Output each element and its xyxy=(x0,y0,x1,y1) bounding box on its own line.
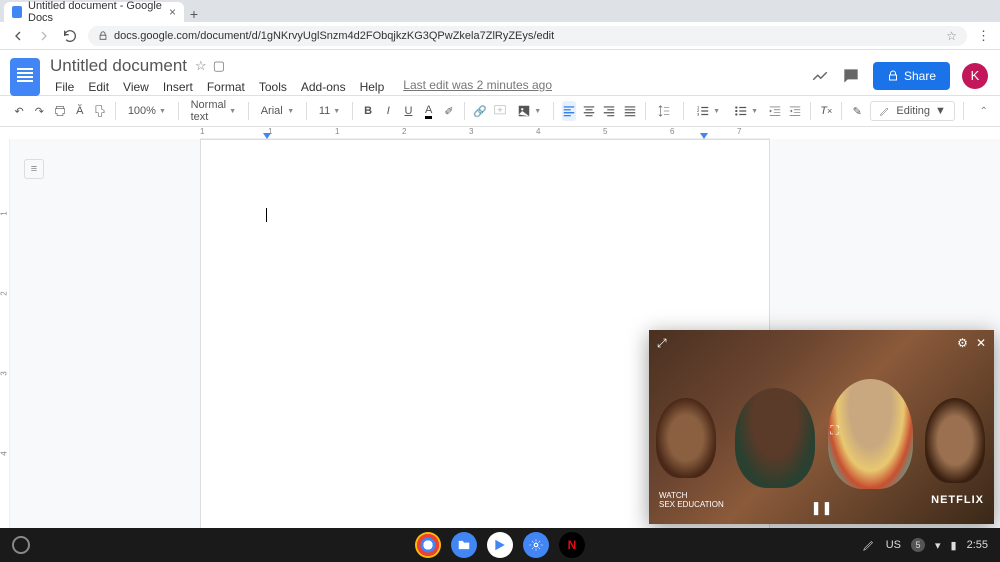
font-size-dropdown[interactable]: 11▼ xyxy=(315,105,344,117)
files-icon[interactable] xyxy=(451,532,477,558)
input-tools-icon[interactable]: ✎ xyxy=(850,101,864,121)
align-justify-icon[interactable] xyxy=(623,101,637,121)
browser-menu-icon[interactable]: ⋮ xyxy=(977,28,990,44)
new-tab-button[interactable]: + xyxy=(184,6,204,22)
address-bar: docs.google.com/document/d/1gNKrvyUglSnz… xyxy=(0,22,1000,50)
text-color-icon[interactable]: A xyxy=(422,101,436,121)
italic-icon[interactable]: I xyxy=(381,101,395,121)
share-label: Share xyxy=(904,69,936,83)
horizontal-ruler[interactable]: 1 1 1 2 3 4 5 6 7 xyxy=(200,127,770,139)
vertical-ruler[interactable]: 1 2 3 4 xyxy=(0,139,10,529)
collapse-toolbar-icon[interactable]: ⌃ xyxy=(980,106,988,117)
forward-icon[interactable] xyxy=(36,28,52,44)
settings-icon[interactable] xyxy=(523,532,549,558)
bold-icon[interactable]: B xyxy=(361,101,375,121)
browser-tab-strip: Untitled document - Google Docs × + xyxy=(0,0,1000,22)
back-icon[interactable] xyxy=(10,28,26,44)
redo-icon[interactable]: ↷ xyxy=(32,101,46,121)
numbered-list-icon[interactable]: 123▼ xyxy=(692,104,724,118)
menu-tools[interactable]: Tools xyxy=(254,78,292,96)
zoom-dropdown[interactable]: 100%▼ xyxy=(124,105,170,117)
move-folder-icon[interactable]: ▢ xyxy=(213,58,225,74)
lock-icon xyxy=(887,70,899,82)
pip-video-window[interactable]: ⤢ ⚙ ✕ ⛶ WATCH SEX EDUCATION ❚❚ NETFLIX xyxy=(649,330,994,524)
netflix-brand: NETFLIX xyxy=(931,494,984,506)
menu-view[interactable]: View xyxy=(118,78,154,96)
add-comment-icon[interactable] xyxy=(493,101,507,121)
last-edit-text[interactable]: Last edit was 2 minutes ago xyxy=(403,78,552,96)
link-icon[interactable]: 🔗 xyxy=(473,101,487,121)
close-tab-icon[interactable]: × xyxy=(169,5,176,19)
docs-logo-icon[interactable] xyxy=(10,58,40,96)
keyboard-lang[interactable]: US xyxy=(886,539,901,551)
play-store-icon[interactable] xyxy=(487,532,513,558)
url-input[interactable]: docs.google.com/document/d/1gNKrvyUglSnz… xyxy=(88,26,967,46)
align-right-icon[interactable] xyxy=(602,101,616,121)
svg-text:3: 3 xyxy=(697,113,699,117)
menu-edit[interactable]: Edit xyxy=(83,78,114,96)
pip-watch-label: WATCH SEX EDUCATION xyxy=(659,491,724,510)
bookmark-star-icon[interactable]: ☆ xyxy=(946,29,957,43)
star-icon[interactable]: ☆ xyxy=(195,58,207,74)
highlight-icon[interactable]: ✐ xyxy=(442,101,456,121)
lock-icon xyxy=(98,31,108,41)
menu-file[interactable]: File xyxy=(50,78,79,96)
spellcheck-icon[interactable]: Ă xyxy=(73,101,87,121)
battery-icon[interactable]: ▮ xyxy=(951,539,957,552)
pencil-icon xyxy=(879,105,891,117)
browser-tab[interactable]: Untitled document - Google Docs × xyxy=(4,2,184,22)
chrome-icon[interactable] xyxy=(415,532,441,558)
share-button[interactable]: Share xyxy=(873,62,950,90)
stylus-icon[interactable] xyxy=(862,538,876,552)
docs-favicon xyxy=(12,6,22,18)
wifi-icon[interactable]: ▾ xyxy=(935,539,941,552)
menu-format[interactable]: Format xyxy=(202,78,250,96)
chromeos-shelf: N US 5 ▾ ▮ 2:55 xyxy=(0,528,1000,562)
undo-icon[interactable]: ↶ xyxy=(12,101,26,121)
trend-icon[interactable] xyxy=(811,67,829,85)
url-text: docs.google.com/document/d/1gNKrvyUglSnz… xyxy=(114,30,554,42)
clear-format-icon[interactable]: T× xyxy=(819,101,833,121)
docs-header: Untitled document ☆ ▢ File Edit View Ins… xyxy=(0,50,1000,95)
clock[interactable]: 2:55 xyxy=(967,539,988,551)
font-dropdown[interactable]: Arial▼ xyxy=(257,105,298,117)
outdent-icon[interactable] xyxy=(768,101,782,121)
tab-title: Untitled document - Google Docs xyxy=(28,0,163,24)
image-icon[interactable]: ▼ xyxy=(513,104,545,118)
indent-icon[interactable] xyxy=(788,101,802,121)
pip-pause-icon[interactable]: ❚❚ xyxy=(811,500,833,516)
pip-fullscreen-icon[interactable]: ⛶ xyxy=(830,423,838,438)
outline-toggle-icon[interactable]: ≡ xyxy=(24,159,44,179)
align-left-icon[interactable] xyxy=(562,101,576,121)
underline-icon[interactable]: U xyxy=(401,101,415,121)
text-cursor xyxy=(266,208,267,222)
notification-badge[interactable]: 5 xyxy=(911,538,925,552)
paint-format-icon[interactable] xyxy=(93,101,107,121)
pip-drag-icon[interactable]: ⤢ xyxy=(657,336,667,351)
editing-mode-dropdown[interactable]: Editing ▼ xyxy=(870,101,955,121)
menu-help[interactable]: Help xyxy=(355,78,390,96)
pip-close-icon[interactable]: ✕ xyxy=(976,336,986,351)
reload-icon[interactable] xyxy=(62,28,78,44)
pip-settings-icon[interactable]: ⚙ xyxy=(957,336,968,351)
docs-toolbar: ↶ ↷ Ă 100%▼ Normal text▼ Arial▼ 11▼ B I … xyxy=(0,95,1000,127)
launcher-icon[interactable] xyxy=(12,536,30,554)
style-dropdown[interactable]: Normal text▼ xyxy=(187,99,240,123)
bullet-list-icon[interactable]: ▼ xyxy=(730,104,762,118)
document-title[interactable]: Untitled document xyxy=(50,56,187,76)
print-icon[interactable] xyxy=(52,101,66,121)
align-center-icon[interactable] xyxy=(582,101,596,121)
menu-insert[interactable]: Insert xyxy=(158,78,198,96)
comment-icon[interactable] xyxy=(841,66,861,86)
user-avatar[interactable]: K xyxy=(962,63,988,89)
line-spacing-icon[interactable] xyxy=(653,104,675,118)
menu-bar: File Edit View Insert Format Tools Add-o… xyxy=(50,78,801,96)
menu-addons[interactable]: Add-ons xyxy=(296,78,351,96)
netflix-icon[interactable]: N xyxy=(559,532,585,558)
